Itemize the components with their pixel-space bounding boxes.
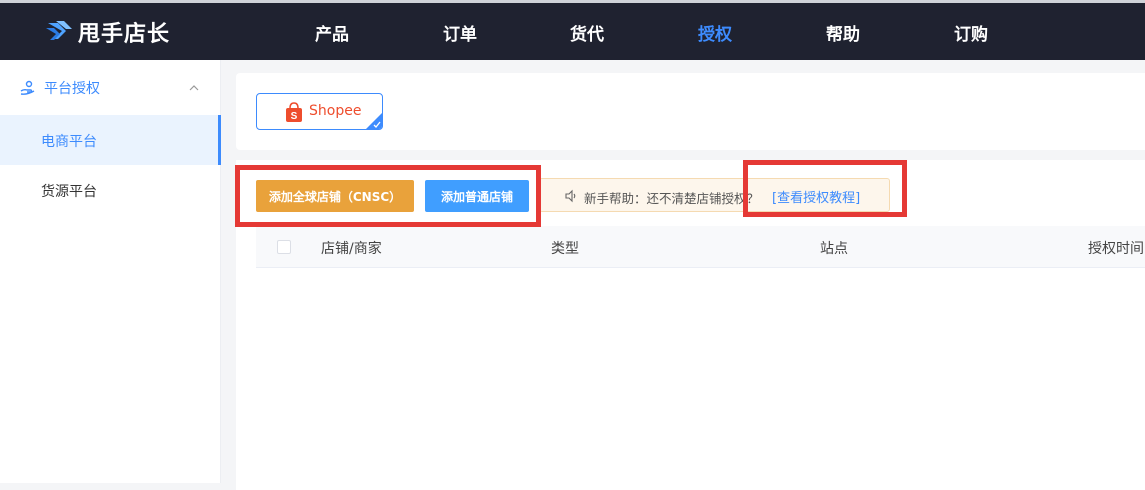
top-nav-bar: 甩手店长 产品 订单 货代 授权 帮助 订购 bbox=[0, 0, 1145, 60]
column-header-shop: 店铺/商家 bbox=[321, 241, 382, 257]
hand-icon bbox=[20, 80, 35, 95]
brand-name: 甩手店长 bbox=[78, 22, 171, 47]
logo-icon bbox=[46, 21, 72, 40]
select-all-checkbox[interactable] bbox=[277, 240, 291, 254]
shopee-platform-button[interactable]: S Shopee bbox=[256, 93, 383, 130]
sidebar-item-label: 货源平台 bbox=[41, 184, 97, 200]
selected-check-icon bbox=[366, 113, 382, 129]
column-header-type: 类型 bbox=[551, 241, 579, 257]
nav-item-orders[interactable]: 订单 bbox=[443, 20, 477, 45]
nav-item-forwarding[interactable]: 货代 bbox=[570, 20, 604, 45]
nav-item-products[interactable]: 产品 bbox=[315, 20, 349, 45]
sidebar-item-ecommerce[interactable]: 电商平台 bbox=[0, 115, 221, 165]
view-auth-tutorial-link[interactable]: [查看授权教程] bbox=[772, 187, 860, 206]
help-notice: 新手帮助：还不清楚店铺授权？ [查看授权教程] bbox=[539, 178, 890, 212]
svg-text:S: S bbox=[291, 111, 298, 122]
nav-item-help[interactable]: 帮助 bbox=[826, 20, 860, 45]
shopee-label: Shopee bbox=[309, 103, 362, 119]
shop-list-panel: 添加全球店铺（CNSC） 添加普通店铺 新手帮助：还不清楚店铺授权？ [查看授权… bbox=[236, 160, 1145, 490]
sidebar-item-label: 电商平台 bbox=[41, 134, 97, 150]
help-text: 新手帮助：还不清楚店铺授权？ bbox=[584, 191, 760, 206]
add-normal-shop-button[interactable]: 添加普通店铺 bbox=[425, 180, 529, 212]
chevron-up-icon bbox=[189, 85, 199, 91]
sidebar-group-label: 平台授权 bbox=[44, 81, 100, 97]
sidebar-item-supply[interactable]: 货源平台 bbox=[0, 165, 221, 215]
add-global-shop-button[interactable]: 添加全球店铺（CNSC） bbox=[256, 180, 414, 212]
column-header-auth-time: 授权时间 bbox=[1088, 241, 1144, 257]
sidebar: 平台授权 电商平台 货源平台 bbox=[0, 60, 221, 483]
table-header: 店铺/商家 类型 站点 授权时间 bbox=[256, 226, 1145, 268]
column-header-site: 站点 bbox=[820, 241, 848, 257]
speaker-icon bbox=[565, 189, 576, 203]
platform-selector: S Shopee bbox=[236, 73, 1145, 150]
sidebar-group-platform-auth[interactable]: 平台授权 bbox=[0, 70, 221, 106]
nav-item-authorization[interactable]: 授权 bbox=[698, 20, 732, 45]
shopee-bag-icon: S bbox=[286, 102, 302, 122]
brand-logo[interactable]: 甩手店长 bbox=[44, 16, 170, 48]
nav-item-subscribe[interactable]: 订购 bbox=[954, 20, 988, 45]
